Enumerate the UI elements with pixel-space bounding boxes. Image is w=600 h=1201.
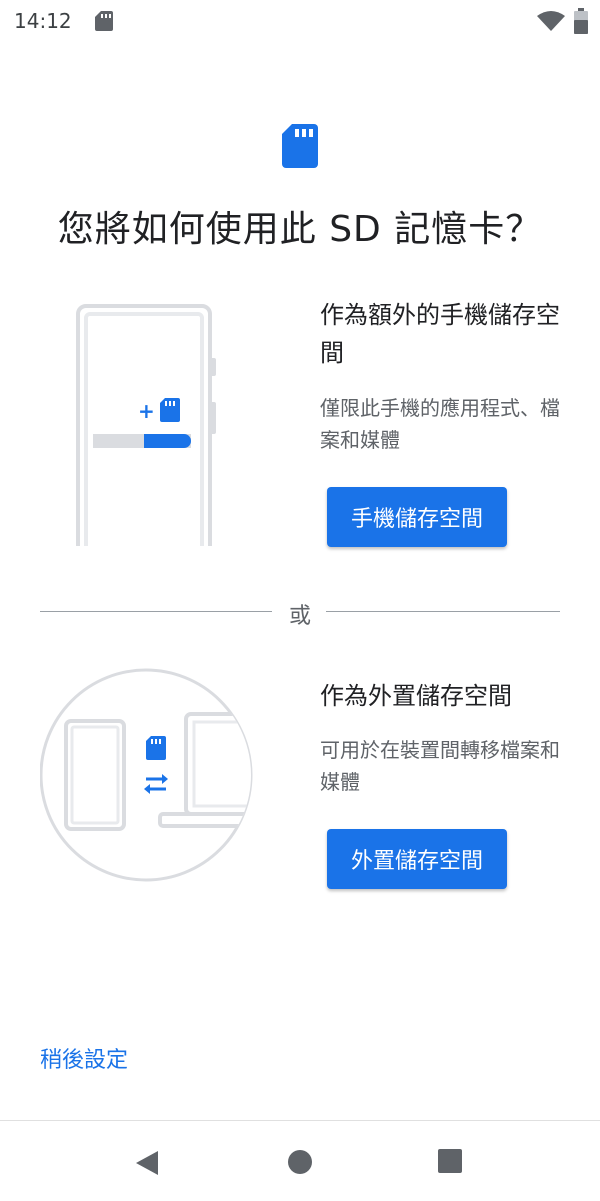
status-time: 14:12 bbox=[14, 9, 72, 33]
phone-sd-add-illustration: + bbox=[76, 304, 216, 546]
battery-icon bbox=[574, 8, 588, 34]
option-external-title: 作為外置儲存空間 bbox=[320, 682, 512, 710]
divider-left bbox=[40, 611, 272, 612]
recents-icon[interactable] bbox=[438, 1149, 462, 1173]
setup-later-link[interactable]: 稍後設定 bbox=[40, 1042, 128, 1074]
phone-storage-button[interactable]: 手機儲存空間 bbox=[327, 487, 507, 547]
divider-or-label: 或 bbox=[288, 604, 311, 629]
external-storage-button[interactable]: 外置儲存空間 bbox=[327, 829, 507, 889]
wifi-icon bbox=[537, 11, 565, 31]
transfer-between-devices-illustration bbox=[40, 668, 253, 882]
option-external-description: 可用於在裝置間轉移檔案和媒體 bbox=[320, 738, 560, 794]
sd-card-icon bbox=[95, 11, 113, 31]
navigation-bar bbox=[0, 1120, 600, 1201]
page-title: 您將如何使用此 SD 記憶卡？ bbox=[57, 209, 543, 250]
divider-right bbox=[326, 611, 560, 612]
option-phone-title: 作為額外的手機儲存空間 bbox=[320, 301, 560, 367]
back-icon[interactable] bbox=[134, 1149, 160, 1177]
option-phone-description: 僅限此手機的應用程式、檔案和媒體 bbox=[320, 396, 560, 452]
home-icon[interactable] bbox=[287, 1149, 313, 1175]
svg-text:+: + bbox=[138, 399, 155, 423]
status-bar: 14:12 bbox=[0, 0, 600, 44]
sd-card-icon bbox=[282, 124, 318, 168]
